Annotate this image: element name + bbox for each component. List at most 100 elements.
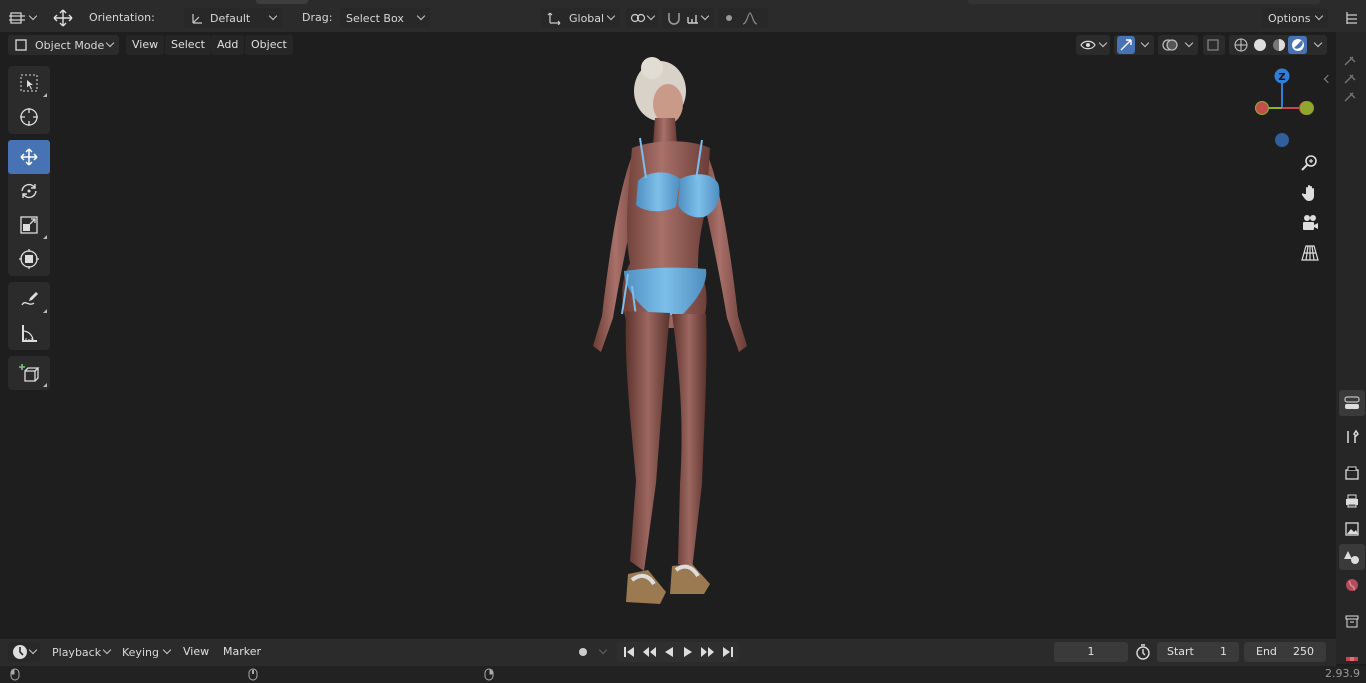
- visibility-dropdown[interactable]: [1076, 35, 1110, 55]
- object-mode-label: Object Mode: [35, 38, 105, 52]
- pivot-point-dropdown[interactable]: [626, 8, 658, 28]
- end-label: End: [1256, 645, 1277, 658]
- proportional-edit-dropdown[interactable]: [718, 8, 768, 28]
- shading-buttons[interactable]: [1229, 35, 1327, 55]
- transform-axes-icon: [547, 12, 561, 25]
- pan-view-button[interactable]: [1298, 181, 1322, 205]
- transform-orientation-dropdown[interactable]: Global: [541, 8, 620, 28]
- gizmo-z-label: Z: [1278, 72, 1285, 83]
- timeline-menu-view[interactable]: View: [177, 642, 216, 662]
- timeline-editor-type[interactable]: [8, 642, 40, 662]
- menu-select[interactable]: Select: [165, 35, 211, 55]
- playback-controls: [617, 642, 739, 662]
- move-icon: [20, 148, 38, 166]
- jump-start-icon[interactable]: [622, 645, 636, 659]
- tool-header: Orientation: Default Drag: Select Box Gl…: [0, 4, 1366, 32]
- grid-perspective-icon: [1301, 245, 1319, 261]
- zoom-view-button[interactable]: [1298, 151, 1322, 175]
- play-icon[interactable]: [681, 645, 695, 659]
- next-keyframe-icon[interactable]: [700, 645, 716, 659]
- material-preview-icon[interactable]: [1269, 36, 1288, 54]
- sidebar-expand-arrow-icon[interactable]: [1322, 74, 1333, 84]
- object-mode-dropdown[interactable]: Object Mode: [8, 35, 119, 55]
- end-frame-field[interactable]: End 250: [1244, 642, 1326, 662]
- measure-tool[interactable]: [8, 316, 50, 350]
- printer-icon: [1346, 494, 1358, 508]
- orientation-dropdown[interactable]: Default: [184, 8, 282, 28]
- start-frame-field[interactable]: Start 1: [1157, 642, 1239, 662]
- scale-icon: [20, 216, 38, 234]
- orthographic-toggle-button[interactable]: [1298, 241, 1322, 265]
- scene-tab[interactable]: [1339, 544, 1365, 570]
- snap-increment-icon: [687, 15, 698, 24]
- active-tool-move-icon[interactable]: [50, 7, 76, 29]
- editor-type-button[interactable]: [8, 8, 42, 28]
- keying-menu[interactable]: Keying: [116, 642, 174, 662]
- pivot-link-icon: [630, 13, 646, 23]
- tool-settings-tab[interactable]: [1339, 390, 1365, 416]
- zoom-magnifier-icon: [1301, 155, 1317, 171]
- current-frame-field[interactable]: 1: [1054, 642, 1128, 662]
- wireframe-shading-icon[interactable]: [1231, 36, 1250, 54]
- rendered-shading-icon[interactable]: [1288, 36, 1307, 54]
- rotate-icon: [21, 183, 37, 199]
- left-toolbar: [8, 66, 50, 396]
- play-reverse-icon[interactable]: [662, 645, 676, 659]
- texture-checker-icon: [1346, 657, 1358, 661]
- timeline-header: Playback Keying View Marker 1 Start 1 En…: [0, 639, 1336, 666]
- view-layer-tab[interactable]: [1339, 516, 1365, 542]
- transform-tool[interactable]: [8, 242, 50, 276]
- transform-icon: [19, 249, 39, 269]
- outliner-toggle-icon[interactable]: [1340, 8, 1364, 28]
- mouse-right-icon: [484, 668, 494, 683]
- rotate-tool[interactable]: [8, 174, 50, 208]
- xray-toggle[interactable]: [1203, 35, 1225, 55]
- use-preview-range-icon[interactable]: [1135, 644, 1151, 663]
- toggle-icon: [1344, 396, 1360, 409]
- menu-add[interactable]: Add: [211, 35, 245, 55]
- snap-dropdown[interactable]: [662, 8, 714, 28]
- camera-view-button[interactable]: [1298, 211, 1322, 235]
- transform-orientation-value: Global: [569, 11, 605, 25]
- start-label: Start: [1167, 645, 1194, 658]
- drag-dropdown[interactable]: Select Box: [340, 8, 430, 28]
- annotate-pencil-icon: [21, 292, 38, 306]
- scale-tool[interactable]: [8, 208, 50, 242]
- pin-icon[interactable]: [1342, 54, 1358, 107]
- timeline-menu-marker[interactable]: Marker: [217, 642, 268, 662]
- gizmo-toggle[interactable]: [1114, 35, 1154, 55]
- output-tab[interactable]: [1339, 488, 1365, 514]
- proportional-edit-icon: [726, 15, 732, 21]
- menu-object[interactable]: Object: [245, 35, 293, 55]
- move-tool[interactable]: [8, 140, 50, 174]
- render-tab[interactable]: [1339, 460, 1365, 486]
- solid-shading-icon[interactable]: [1250, 36, 1269, 54]
- wrench-screwdriver-icon: [1347, 429, 1359, 443]
- cursor-tool[interactable]: [8, 100, 50, 134]
- orientation-label: Orientation:: [89, 11, 155, 24]
- keying-label: Keying: [122, 645, 159, 659]
- annotate-tool[interactable]: [8, 282, 50, 316]
- auto-keying-toggle[interactable]: [572, 642, 612, 662]
- orientation-value: Default: [210, 11, 251, 25]
- tool-tab[interactable]: [1339, 424, 1365, 450]
- mouse-left-icon: [10, 668, 20, 683]
- clock-editor-icon: [13, 645, 27, 659]
- falloff-curve-icon: [742, 12, 758, 25]
- playback-menu[interactable]: Playback: [46, 642, 114, 662]
- options-dropdown[interactable]: Options: [1262, 8, 1328, 28]
- overlays-toggle[interactable]: [1158, 35, 1198, 55]
- overlays-icon: [1162, 39, 1178, 51]
- menu-view[interactable]: View: [126, 35, 165, 55]
- collection-tab[interactable]: [1339, 608, 1365, 634]
- add-cube-tool[interactable]: [8, 356, 50, 390]
- select-box-tool[interactable]: [8, 66, 50, 100]
- prev-keyframe-icon[interactable]: [641, 645, 657, 659]
- properties-tab-bar: [1336, 32, 1366, 664]
- navigation-gizmo[interactable]: Z: [1244, 66, 1320, 154]
- drag-label: Drag:: [302, 11, 333, 24]
- gizmo-arrows-icon: [1117, 36, 1135, 54]
- world-tab[interactable]: [1339, 572, 1365, 598]
- viewport-editor-icon: [9, 12, 25, 24]
- jump-end-icon[interactable]: [721, 645, 735, 659]
